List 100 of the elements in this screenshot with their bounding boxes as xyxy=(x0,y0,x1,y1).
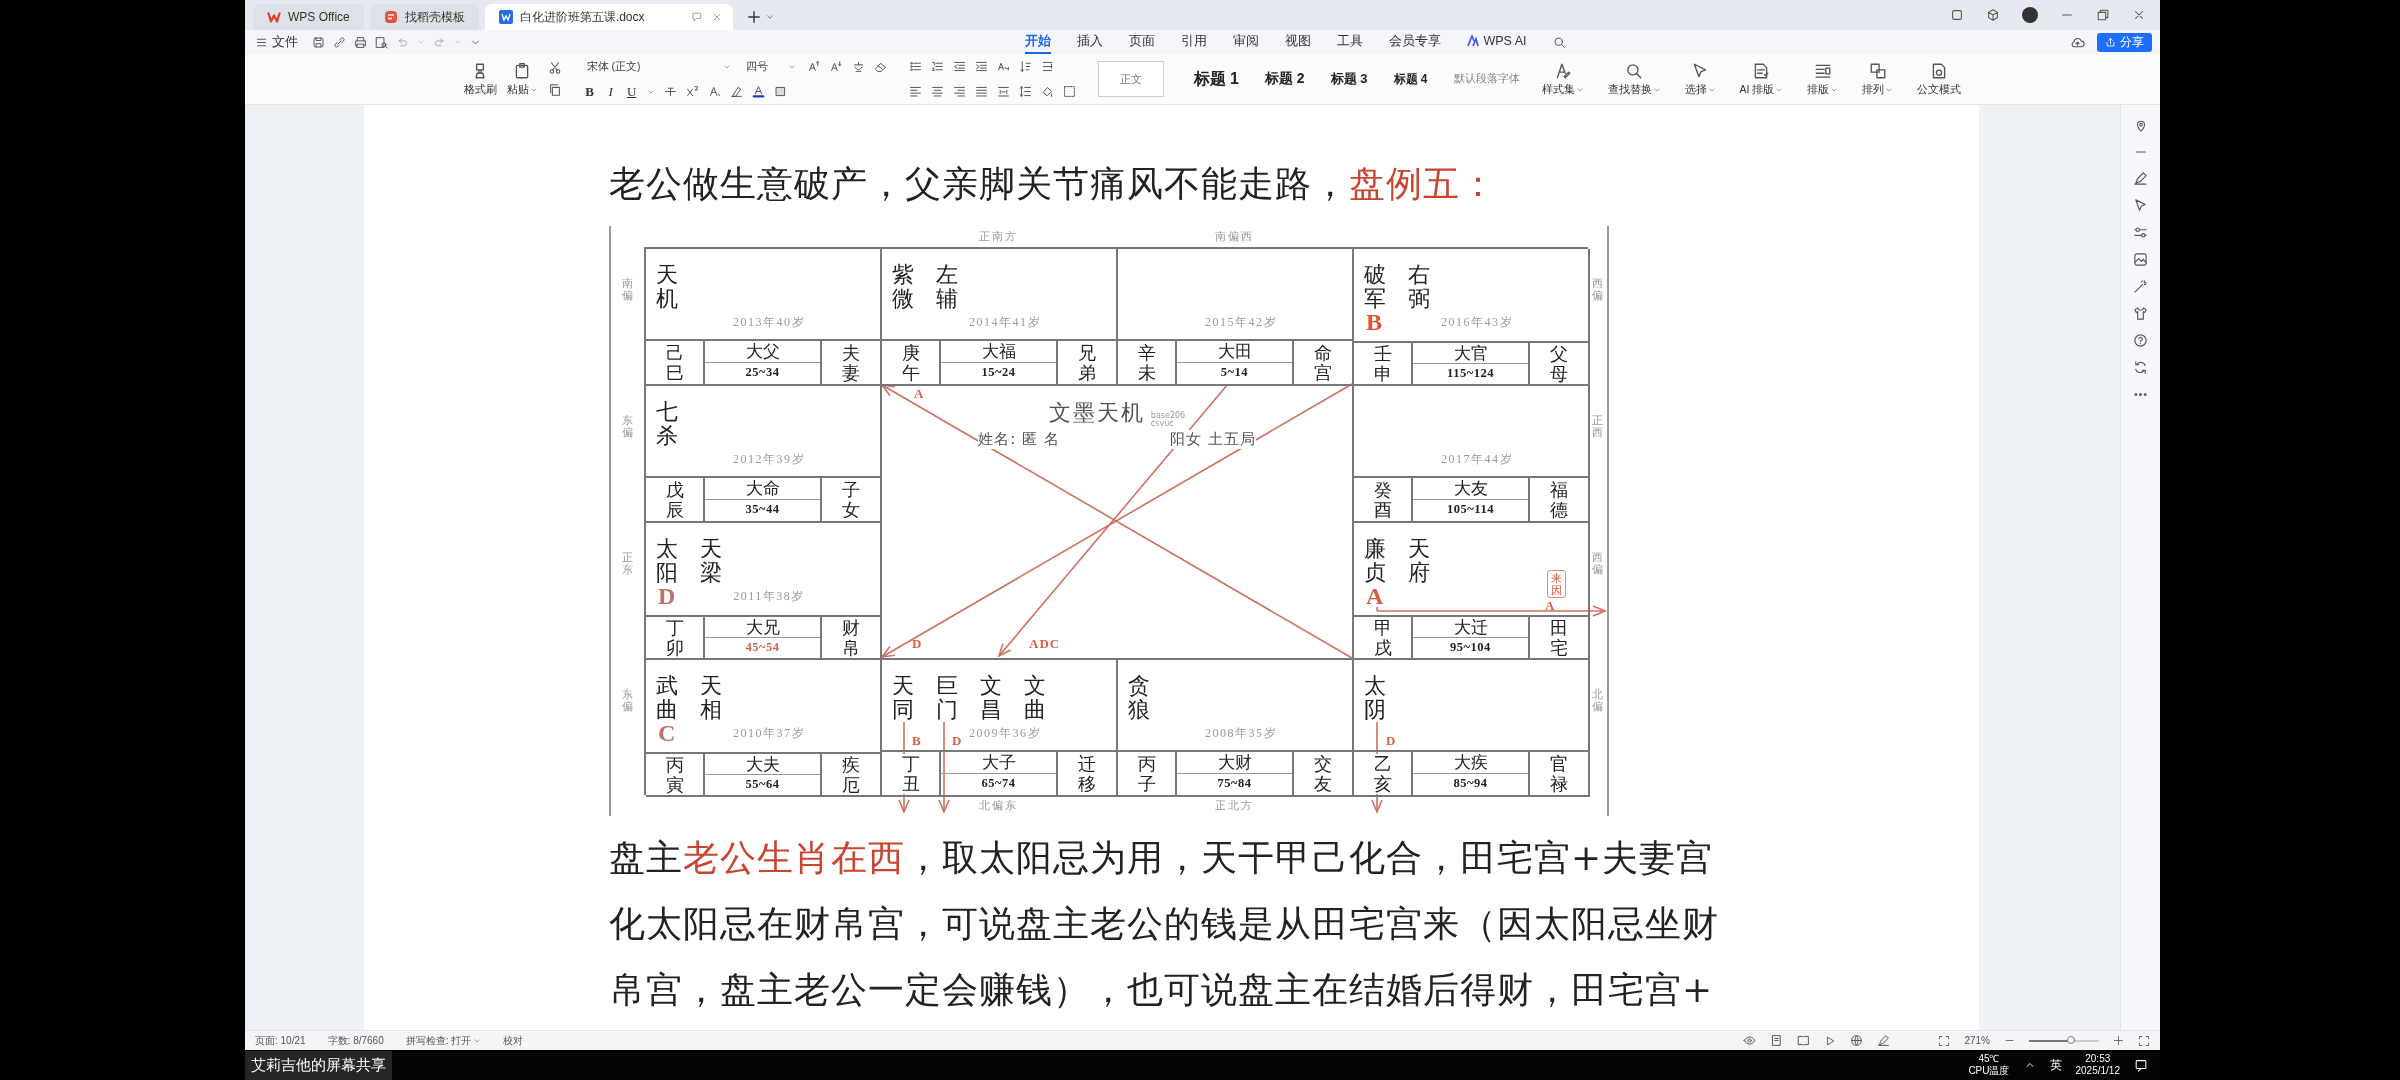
heading-style[interactable]: 标题 2 xyxy=(1264,70,1305,88)
clock[interactable]: 20:53 2025/1/12 xyxy=(2075,1053,2120,1077)
menu-tab[interactable]: 插入 xyxy=(1077,30,1104,54)
notification-icon[interactable] xyxy=(2134,1058,2148,1072)
avatar-icon[interactable] xyxy=(2022,7,2038,23)
app-tab[interactable]: WPS Office xyxy=(253,4,364,30)
cpu-temperature: 45℃ xyxy=(1978,1053,2000,1065)
link-icon[interactable] xyxy=(333,35,346,49)
numbered-list-icon[interactable] xyxy=(930,60,944,73)
page-view-icon[interactable] xyxy=(1770,1034,1784,1047)
eye-icon[interactable] xyxy=(1743,1034,1757,1047)
bold-button[interactable]: B xyxy=(583,83,596,100)
bullet-list-icon[interactable] xyxy=(908,60,922,73)
web-view-icon[interactable] xyxy=(1850,1034,1864,1047)
underline-button[interactable]: U xyxy=(625,83,638,100)
decade-palace-text: 大命 xyxy=(705,478,820,500)
body-style[interactable]: 正文 xyxy=(1097,61,1164,97)
play-icon[interactable] xyxy=(1824,1034,1837,1047)
decrease-indent-icon[interactable] xyxy=(952,60,966,73)
reading-view-icon[interactable] xyxy=(1797,1034,1811,1047)
superscript-icon[interactable] xyxy=(685,85,699,98)
paragraph-marks-icon[interactable] xyxy=(1040,60,1054,73)
close-icon[interactable] xyxy=(2132,8,2146,22)
pen-icon[interactable] xyxy=(2133,171,2148,186)
sliders-icon[interactable] xyxy=(2133,225,2148,240)
help-icon[interactable] xyxy=(2133,333,2148,348)
grow-font-icon[interactable] xyxy=(807,60,821,73)
heading-style[interactable]: 标题 3 xyxy=(1330,70,1368,88)
shirt-icon[interactable] xyxy=(2133,306,2148,321)
sort-icon[interactable] xyxy=(1018,60,1032,73)
format-painter-button[interactable]: 格式刷 xyxy=(463,61,497,97)
shrink-font-icon[interactable] xyxy=(829,60,843,73)
fit-page-icon[interactable] xyxy=(1938,1034,1951,1047)
heading-style[interactable]: 标题 4 xyxy=(1393,70,1428,88)
strikethrough-icon[interactable] xyxy=(663,85,677,98)
change-case-icon[interactable] xyxy=(996,60,1010,73)
spellcheck-toggle[interactable]: 拼写检查: 打开 xyxy=(405,1033,482,1048)
find-replace-button[interactable]: 查找替换 xyxy=(1607,61,1661,97)
copy-icon[interactable] xyxy=(547,83,562,97)
arrange-button[interactable]: 排列 xyxy=(1862,61,1894,97)
eraser-icon[interactable] xyxy=(873,60,887,73)
arrow-label: D xyxy=(1386,734,1397,747)
stem-branch-text: 己巳 xyxy=(665,342,684,383)
menu-tab[interactable]: 页面 xyxy=(1129,30,1156,54)
menu-tab[interactable]: 审阅 xyxy=(1233,30,1260,54)
scissors-icon[interactable] xyxy=(547,61,562,75)
print-icon[interactable] xyxy=(354,35,367,49)
search-icon[interactable] xyxy=(1552,35,1566,49)
layout-button[interactable]: 排版 xyxy=(1807,61,1839,97)
phonetic-icon[interactable] xyxy=(851,60,865,73)
star-name: 天同 xyxy=(892,674,914,722)
cube-icon[interactable] xyxy=(1986,8,2000,22)
ai-layout-button[interactable]: AI 排版 xyxy=(1739,61,1784,97)
heading-style[interactable]: 标题 1 xyxy=(1193,68,1239,90)
word-count[interactable]: 字数: 8/7660 xyxy=(327,1033,384,1048)
align-center-icon[interactable] xyxy=(930,85,944,98)
plus-icon[interactable] xyxy=(747,10,762,24)
highlighter-icon[interactable] xyxy=(729,85,743,98)
fullscreen-icon[interactable] xyxy=(2138,1034,2150,1047)
line-spacing-icon[interactable] xyxy=(1018,85,1032,98)
input-method-indicator[interactable]: 英 xyxy=(2049,1056,2062,1074)
border-icon[interactable] xyxy=(1062,85,1076,98)
zoom-in-icon[interactable] xyxy=(2113,1035,2124,1046)
print-preview-icon[interactable] xyxy=(375,35,388,49)
font-color-icon[interactable] xyxy=(751,85,765,98)
increase-indent-icon[interactable] xyxy=(974,60,988,73)
menu-tab[interactable]: WPS AI xyxy=(1467,30,1527,54)
align-right-icon[interactable] xyxy=(952,85,966,98)
shading-icon[interactable] xyxy=(1040,85,1054,98)
image-icon[interactable] xyxy=(2133,252,2148,267)
official-mode-button[interactable]: 公文模式 xyxy=(1917,61,1962,97)
app-tab[interactable]: 找稻壳模板 xyxy=(369,4,479,30)
magic-wand-icon[interactable] xyxy=(2133,279,2148,294)
file-menu[interactable]: 文件 xyxy=(255,33,298,51)
cursor-icon[interactable] xyxy=(2133,198,2148,213)
save-icon[interactable] xyxy=(312,35,325,49)
menu-tab[interactable]: 引用 xyxy=(1181,30,1208,54)
align-left-icon[interactable] xyxy=(908,85,922,98)
character-shading-icon[interactable] xyxy=(773,85,787,98)
menu-tab[interactable]: 工具 xyxy=(1337,30,1364,54)
menu-tab[interactable]: 会员专享 xyxy=(1389,30,1442,54)
text-effect-icon[interactable] xyxy=(707,85,721,98)
justify-icon[interactable] xyxy=(974,85,988,98)
italic-button[interactable]: I xyxy=(604,83,617,100)
style-set-button[interactable]: 样式集 xyxy=(1541,61,1584,97)
refresh-icon[interactable] xyxy=(2133,360,2148,375)
pen-icon[interactable] xyxy=(1877,1034,1891,1047)
default-font-style[interactable]: 默认段落字体 xyxy=(1453,72,1520,86)
zoom-slider[interactable] xyxy=(2029,1039,2099,1042)
distribute-icon[interactable] xyxy=(996,85,1010,98)
menu-tab[interactable]: 视图 xyxy=(1285,30,1312,54)
font-size-field[interactable]: 四号 xyxy=(742,57,799,76)
proofread-button[interactable]: 校对 xyxy=(503,1033,524,1048)
font-name-field[interactable]: 宋体 (正文) xyxy=(583,57,734,76)
window-icon[interactable] xyxy=(1950,8,1964,22)
paste-button[interactable]: 粘贴 xyxy=(506,61,538,97)
restore-icon[interactable] xyxy=(2096,8,2110,22)
share-button[interactable]: 分享 xyxy=(2097,32,2152,52)
zoom-level[interactable]: 271% xyxy=(1964,1035,1990,1046)
select-button[interactable]: 选择 xyxy=(1684,61,1716,97)
